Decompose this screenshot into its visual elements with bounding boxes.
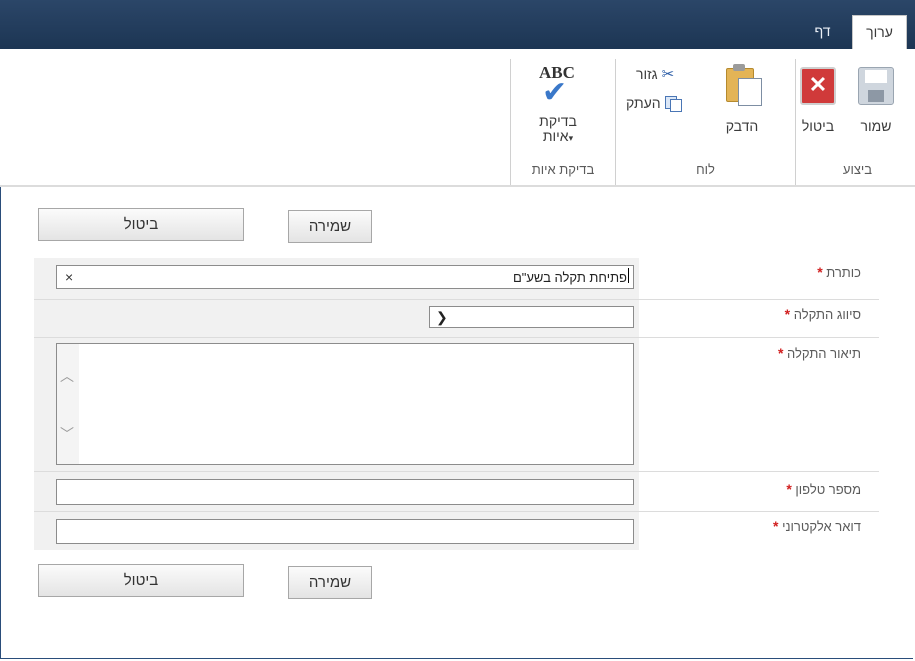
tab-page[interactable]: דף	[800, 15, 845, 49]
cancel-ribbon-label[interactable]: ביטול	[790, 118, 846, 134]
category-label: סיווג התקלה *	[784, 306, 861, 322]
tab-edit[interactable]: ערוך	[852, 15, 907, 49]
text-cursor	[628, 268, 629, 283]
clipboard-paper	[738, 78, 762, 106]
required-marker: *	[786, 481, 792, 497]
save-button-top[interactable]: שמירה	[288, 210, 372, 243]
group-label-commit: ביצוע	[842, 162, 873, 177]
spell-check-label-line1: בדיקת	[539, 113, 577, 129]
paste-button-label[interactable]: הדבק	[712, 118, 772, 134]
ribbon: ביצוע לוח בדיקת איות	[0, 49, 915, 186]
chevron-up-icon[interactable]: ︿	[60, 366, 74, 386]
textarea-scrollbar[interactable]: ︿ ﹀	[57, 344, 79, 464]
description-label: תיאור התקלה *	[777, 345, 861, 361]
chevron-down-icon: ▾	[568, 133, 574, 143]
paste-icon[interactable]	[726, 62, 764, 106]
phone-field[interactable]	[56, 479, 634, 505]
title-field[interactable]: פתיחת תקלה בשע"ם ×	[56, 265, 634, 289]
row-divider	[34, 471, 879, 472]
cancel-button-bottom[interactable]: ביטול	[38, 564, 244, 597]
copy-button[interactable]: העתק	[626, 95, 682, 112]
cut-button[interactable]: ✂ גזור	[636, 65, 674, 83]
row-divider	[34, 299, 879, 300]
save-ribbon-label[interactable]: שמור	[846, 118, 906, 134]
email-field[interactable]	[56, 519, 634, 544]
title-label: כותרת *	[817, 264, 861, 280]
row-divider	[34, 511, 879, 512]
required-marker: *	[784, 306, 791, 322]
ribbon-divider	[0, 185, 915, 187]
cancel-button-top[interactable]: ביטול	[38, 208, 244, 241]
scissors-icon: ✂	[661, 66, 675, 83]
category-select[interactable]: ❯	[429, 306, 634, 328]
group-label-spelling: בדיקת איות	[531, 162, 595, 177]
group-label-clipboard: לוח	[696, 162, 715, 177]
clear-icon[interactable]: ×	[65, 269, 73, 285]
chevron-down-icon[interactable]: ﹀	[60, 424, 74, 444]
required-marker: *	[777, 345, 784, 361]
cancel-icon[interactable]: ✕	[800, 67, 836, 105]
description-textarea[interactable]: ︿ ﹀	[56, 343, 634, 465]
save-icon[interactable]	[858, 67, 894, 105]
cut-label: גזור	[636, 66, 658, 82]
checkmark-icon: ✔	[542, 76, 568, 109]
spell-check-button[interactable]: בדיקת איות▾	[525, 114, 591, 146]
email-label: דואר אלקטרוני *	[773, 518, 861, 534]
phone-label: מספר טלפון *	[786, 481, 861, 497]
clipboard-clip	[733, 64, 745, 71]
required-marker: *	[773, 518, 779, 534]
chevron-down-icon: ❯	[436, 309, 448, 325]
spell-check-icon[interactable]: ABC ✔	[536, 63, 580, 109]
required-marker: *	[817, 264, 823, 280]
spell-check-label-line2: איות▾	[542, 128, 574, 144]
row-divider	[34, 337, 879, 338]
ribbon-tab-bar: ערוך דף	[0, 0, 915, 50]
copy-icon	[664, 96, 682, 112]
save-button-bottom[interactable]: שמירה	[288, 566, 372, 599]
copy-label: העתק	[626, 95, 661, 111]
title-value: פתיחת תקלה בשע"ם	[512, 270, 627, 285]
